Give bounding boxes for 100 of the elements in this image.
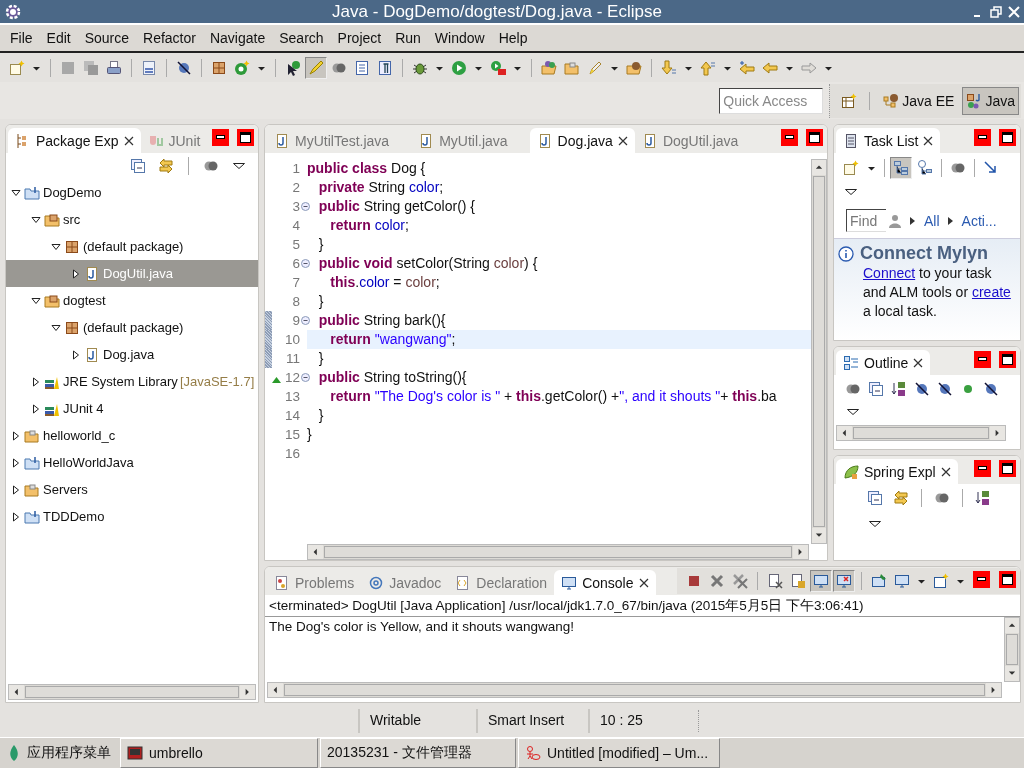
tree-item[interactable]: (default package) — [6, 233, 258, 260]
collapse-fold-icon[interactable] — [300, 202, 310, 211]
menu-item[interactable]: Search — [272, 30, 331, 46]
maximize-button[interactable] — [237, 128, 254, 146]
close-icon[interactable] — [923, 135, 934, 146]
menu-item[interactable]: Edit — [39, 30, 78, 46]
perspective-button[interactable]: Java EE — [879, 86, 959, 115]
person-icon[interactable] — [888, 212, 902, 229]
monitor-icon[interactable] — [833, 570, 855, 592]
maximize-button[interactable] — [999, 459, 1016, 477]
close-icon[interactable] — [913, 357, 924, 368]
editor-tab[interactable]: MyUtilTest.java — [267, 128, 412, 153]
gear-icon[interactable] — [4, 2, 22, 21]
expanded-arrow-icon[interactable] — [51, 322, 61, 333]
collapsed-arrow-icon[interactable] — [31, 376, 41, 387]
minimize-button[interactable] — [974, 128, 991, 146]
minimize-button[interactable] — [974, 350, 991, 368]
close-icon[interactable] — [940, 466, 951, 477]
collapsed-arrow-icon[interactable] — [71, 268, 81, 279]
expanded-arrow-icon[interactable] — [31, 214, 41, 225]
collapsed-arrow-icon[interactable] — [11, 430, 21, 441]
close-icon[interactable] — [638, 577, 649, 588]
scrollbar-thumb[interactable] — [853, 427, 989, 439]
tree-item[interactable]: helloworld_c — [6, 422, 258, 449]
view-tab[interactable]: Console — [554, 570, 656, 595]
collapsed-arrow-icon[interactable] — [11, 457, 21, 468]
minimize-button[interactable] — [973, 570, 990, 588]
maximize-button[interactable] — [999, 350, 1016, 368]
menu-item[interactable]: Help — [491, 30, 535, 46]
horizontal-scrollbar[interactable] — [836, 425, 1006, 441]
find-field[interactable]: Find — [846, 209, 886, 232]
scroll-left-arrow-icon[interactable] — [271, 685, 280, 695]
menu-item[interactable]: File — [3, 30, 40, 46]
editor-tab[interactable]: DogUtil.java — [634, 128, 761, 153]
maximize-button[interactable] — [999, 570, 1016, 588]
vertical-scrollbar[interactable] — [1004, 617, 1020, 682]
editor-tab[interactable]: MyUtil.java — [411, 128, 530, 153]
scroll-left-arrow-icon[interactable] — [840, 428, 849, 438]
tree-item[interactable]: Dog.java — [6, 341, 258, 368]
view-tab[interactable]: Declaration — [448, 570, 555, 595]
scrollbar-thumb[interactable] — [813, 176, 825, 527]
link[interactable]: Connect — [863, 265, 916, 281]
tree-item[interactable]: Servers — [6, 476, 258, 503]
menu-item[interactable]: Source — [77, 30, 137, 46]
view-tab[interactable]: Task List — [836, 128, 941, 153]
horizontal-scrollbar[interactable] — [267, 682, 1002, 698]
maximize-button[interactable] — [806, 128, 823, 146]
filter-link[interactable]: Acti... — [947, 212, 997, 229]
maximize-button[interactable] — [999, 128, 1016, 146]
horizontal-scrollbar[interactable] — [8, 684, 256, 700]
tree-item[interactable]: src — [6, 206, 258, 233]
horizontal-scrollbar[interactable] — [307, 544, 809, 560]
menu-item[interactable]: Navigate — [202, 30, 273, 46]
taskbar-button[interactable]: 20135231 - 文件管理器 — [320, 738, 516, 768]
taskbar-button[interactable]: Untitled [modified] – Um... — [518, 738, 720, 768]
view-tab[interactable]: Outline — [836, 350, 931, 375]
collapse-fold-icon[interactable] — [300, 373, 310, 382]
scrollbar-thumb[interactable] — [284, 684, 985, 696]
collapsed-arrow-icon[interactable] — [11, 484, 21, 495]
tree-item[interactable]: TDDDemo — [6, 503, 258, 530]
close-icon[interactable] — [617, 135, 628, 146]
scroll-left-arrow-icon[interactable] — [12, 687, 21, 697]
scrollbar-thumb[interactable] — [25, 686, 239, 698]
tree-item[interactable]: HelloWorldJava — [6, 449, 258, 476]
scroll-left-arrow-icon[interactable] — [311, 547, 320, 557]
menu-item[interactable]: Run — [388, 30, 428, 46]
minimize-button[interactable] — [212, 128, 229, 146]
view-tab[interactable]: Package Exp — [8, 128, 141, 153]
view-tab[interactable]: Problems — [267, 570, 362, 595]
collapsed-arrow-icon[interactable] — [31, 403, 41, 414]
tree-item[interactable]: (default package) — [6, 314, 258, 341]
restore-icon[interactable] — [990, 5, 1002, 18]
vertical-scrollbar[interactable] — [811, 159, 827, 544]
scrollbar-thumb[interactable] — [1006, 634, 1018, 665]
menu-item[interactable]: Window — [427, 30, 492, 46]
tree-item[interactable]: JUnit 4 — [6, 395, 258, 422]
menu-item[interactable]: Project — [330, 30, 389, 46]
minimize-button[interactable] — [781, 128, 798, 146]
monitor-icon[interactable] — [810, 570, 832, 592]
expanded-arrow-icon[interactable] — [51, 241, 61, 252]
view-tab[interactable]: JUnit — [140, 128, 208, 153]
filter-link[interactable]: All — [910, 212, 940, 229]
tree-icon[interactable] — [890, 157, 912, 179]
quick-access-field[interactable]: Quick Access — [719, 87, 824, 114]
menu-item[interactable]: Refactor — [136, 30, 203, 46]
link[interactable]: create — [971, 284, 1011, 300]
collapsed-arrow-icon[interactable] — [71, 349, 81, 360]
tree-item[interactable]: DogDemo — [6, 179, 258, 206]
view-tab[interactable]: Spring Expl — [836, 459, 958, 484]
expanded-arrow-icon[interactable] — [11, 187, 21, 198]
taskbar-button[interactable]: umbrello — [120, 738, 318, 768]
tree-item[interactable]: dogtest — [6, 287, 258, 314]
scrollbar-thumb[interactable] — [324, 546, 792, 558]
expanded-arrow-icon[interactable] — [31, 295, 41, 306]
close-icon[interactable] — [123, 135, 134, 146]
tree-item[interactable]: JRE System Library[JavaSE-1.7] — [6, 368, 258, 395]
editor-tab[interactable]: Dog.java — [529, 128, 635, 153]
collapse-fold-icon[interactable] — [300, 259, 310, 268]
collapsed-arrow-icon[interactable] — [11, 511, 21, 522]
view-tab[interactable]: Javadoc — [361, 570, 449, 595]
